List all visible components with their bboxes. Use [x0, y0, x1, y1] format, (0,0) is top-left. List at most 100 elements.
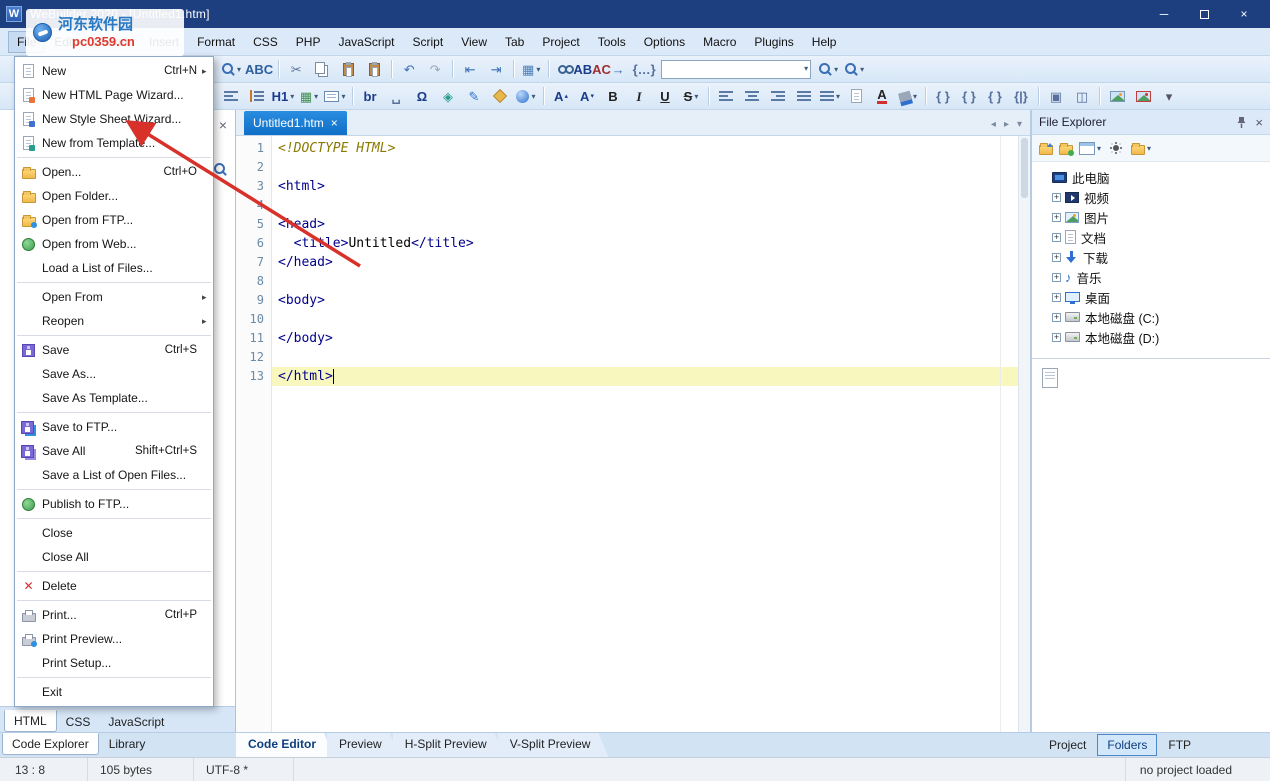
code-editor[interactable]: 12345678910111213 <!DOCTYPE HTML><html><…: [236, 136, 1018, 732]
italic-button[interactable]: I: [627, 85, 651, 107]
indent-button[interactable]: ⇥: [484, 58, 508, 80]
align-center-button[interactable]: [740, 85, 764, 107]
expand-icon[interactable]: +: [1052, 253, 1061, 262]
line-break-button[interactable]: br: [358, 85, 382, 107]
heading-button[interactable]: H1▾: [271, 85, 295, 107]
maximize-button[interactable]: [1184, 2, 1224, 26]
menu-tab[interactable]: Tab: [496, 31, 533, 53]
nbsp-button[interactable]: ␣: [384, 85, 408, 107]
bold-button[interactable]: B: [601, 85, 625, 107]
find-in-folder-button[interactable]: ▾: [842, 58, 866, 80]
view-tab-preview[interactable]: Preview: [327, 733, 400, 757]
menu-item-new-style-sheet-wizard[interactable]: New Style Sheet Wizard...: [15, 107, 213, 131]
folders-dropdown-button[interactable]: ▾: [1131, 142, 1151, 155]
tree-item[interactable]: +本地磁盘 (C:): [1032, 307, 1270, 327]
menu-item-close[interactable]: Close: [15, 521, 213, 545]
replace-button[interactable]: [580, 58, 604, 80]
menu-item-print[interactable]: Print...Ctrl+P: [15, 603, 213, 627]
justify-button[interactable]: [792, 85, 816, 107]
view-tab-h-split-preview[interactable]: H-Split Preview: [393, 733, 505, 757]
menu-options[interactable]: Options: [635, 31, 694, 53]
expand-icon[interactable]: +: [1052, 213, 1061, 222]
menu-css[interactable]: CSS: [244, 31, 287, 53]
redo-button[interactable]: ↷: [423, 58, 447, 80]
increase-font-button[interactable]: A▴: [549, 85, 573, 107]
menu-item-close-all[interactable]: Close All: [15, 545, 213, 569]
tab-scroll-left-icon[interactable]: ◂: [991, 119, 996, 130]
numbered-list-button[interactable]: [245, 85, 269, 107]
goto-button[interactable]: →: [606, 58, 630, 80]
expand-icon[interactable]: +: [1052, 233, 1061, 242]
menu-item-new-html-page-wizard[interactable]: New HTML Page Wizard...: [15, 83, 213, 107]
tab-close-icon[interactable]: ×: [331, 116, 338, 130]
tree-item[interactable]: +视频: [1032, 187, 1270, 207]
file-explorer-close-icon[interactable]: ×: [1255, 115, 1263, 130]
frameset-button-2[interactable]: ◫: [1070, 85, 1094, 107]
menu-item-open-from-ftp[interactable]: Open from FTP...: [15, 208, 213, 232]
tab-untitled1-htm[interactable]: Untitled1.htm ×: [244, 111, 347, 135]
right-tab-ftp[interactable]: FTP: [1159, 735, 1200, 755]
tree-item[interactable]: 此电脑: [1032, 167, 1270, 187]
pin-icon[interactable]: [1236, 116, 1247, 129]
scrollbar-thumb[interactable]: [1021, 138, 1028, 198]
settings-gear-button[interactable]: [1107, 139, 1125, 157]
doctab-javascript[interactable]: JavaScript: [99, 712, 173, 732]
right-tab-folders[interactable]: Folders: [1097, 734, 1157, 756]
tree-item[interactable]: +音乐: [1032, 267, 1270, 287]
image-map-button[interactable]: [1131, 85, 1155, 107]
panel-tab-library[interactable]: Library: [99, 733, 156, 755]
menu-item-print-setup[interactable]: Print Setup...: [15, 651, 213, 675]
decrease-font-button[interactable]: A▾: [575, 85, 599, 107]
undo-button[interactable]: ↶: [397, 58, 421, 80]
expand-icon[interactable]: +: [1052, 313, 1061, 322]
menu-item-publish-to-ftp[interactable]: Publish to FTP...: [15, 492, 213, 516]
menu-item-open-folder[interactable]: Open Folder...: [15, 184, 213, 208]
underline-button[interactable]: U: [653, 85, 677, 107]
toolbar-overflow-button[interactable]: ▾: [1157, 85, 1181, 107]
page-properties-button[interactable]: [844, 85, 868, 107]
search-icon[interactable]: [213, 162, 227, 176]
menu-item-reopen[interactable]: Reopen▸: [15, 309, 213, 333]
paste-special-button[interactable]: [362, 58, 386, 80]
font-color-button[interactable]: A: [870, 85, 894, 107]
menu-item-save-to-ftp[interactable]: Save to FTP...: [15, 415, 213, 439]
color-picker-button[interactable]: ✎: [462, 85, 486, 107]
menu-item-save-as-template[interactable]: Save As Template...: [15, 386, 213, 410]
view-mode-dropdown[interactable]: ▾: [1079, 142, 1101, 155]
menu-help[interactable]: Help: [803, 31, 846, 53]
view-tab-v-split-preview[interactable]: V-Split Preview: [498, 733, 609, 757]
frames-button[interactable]: ▦▾: [519, 58, 543, 80]
menu-item-exit[interactable]: Exit: [15, 680, 213, 704]
bullet-list-button[interactable]: [219, 85, 243, 107]
spell-check-button[interactable]: ABC: [245, 58, 273, 80]
search-combobox[interactable]: ▾: [661, 60, 811, 79]
tab-scroll-right-icon[interactable]: ▸: [1004, 119, 1009, 130]
expand-icon[interactable]: +: [1052, 293, 1061, 302]
editor-scrollbar[interactable]: [1018, 136, 1030, 732]
tree-item[interactable]: +文档: [1032, 227, 1270, 247]
code-snippet-button[interactable]: {…}: [632, 58, 656, 80]
web-colors-button[interactable]: ▾: [514, 85, 538, 107]
frameset-button-1[interactable]: ▣: [1044, 85, 1068, 107]
menu-item-save-all[interactable]: Save AllShift+Ctrl+S: [15, 439, 213, 463]
menu-project[interactable]: Project: [533, 31, 588, 53]
find-next-button[interactable]: ▾: [816, 58, 840, 80]
menu-item-open-from[interactable]: Open From▸: [15, 285, 213, 309]
menu-item-open[interactable]: Open...Ctrl+O: [15, 160, 213, 184]
doctab-css[interactable]: CSS: [57, 712, 100, 732]
folder-up-button[interactable]: [1039, 142, 1053, 155]
menu-format[interactable]: Format: [188, 31, 244, 53]
align-left-button[interactable]: [714, 85, 738, 107]
menu-plugins[interactable]: Plugins: [745, 31, 802, 53]
format-painter-button[interactable]: [488, 85, 512, 107]
doctab-html[interactable]: HTML: [4, 710, 57, 732]
form-button[interactable]: ▾: [323, 85, 347, 107]
encoding-indicator[interactable]: UTF-8 *: [194, 758, 294, 781]
braces-button-2[interactable]: { }: [957, 85, 981, 107]
close-button[interactable]: ×: [1224, 2, 1264, 26]
menu-item-save-as[interactable]: Save As...: [15, 362, 213, 386]
menu-javascript[interactable]: JavaScript: [329, 31, 403, 53]
expand-icon[interactable]: +: [1052, 273, 1061, 282]
braces-button-1[interactable]: { }: [931, 85, 955, 107]
table-button[interactable]: ▦▾: [297, 85, 321, 107]
